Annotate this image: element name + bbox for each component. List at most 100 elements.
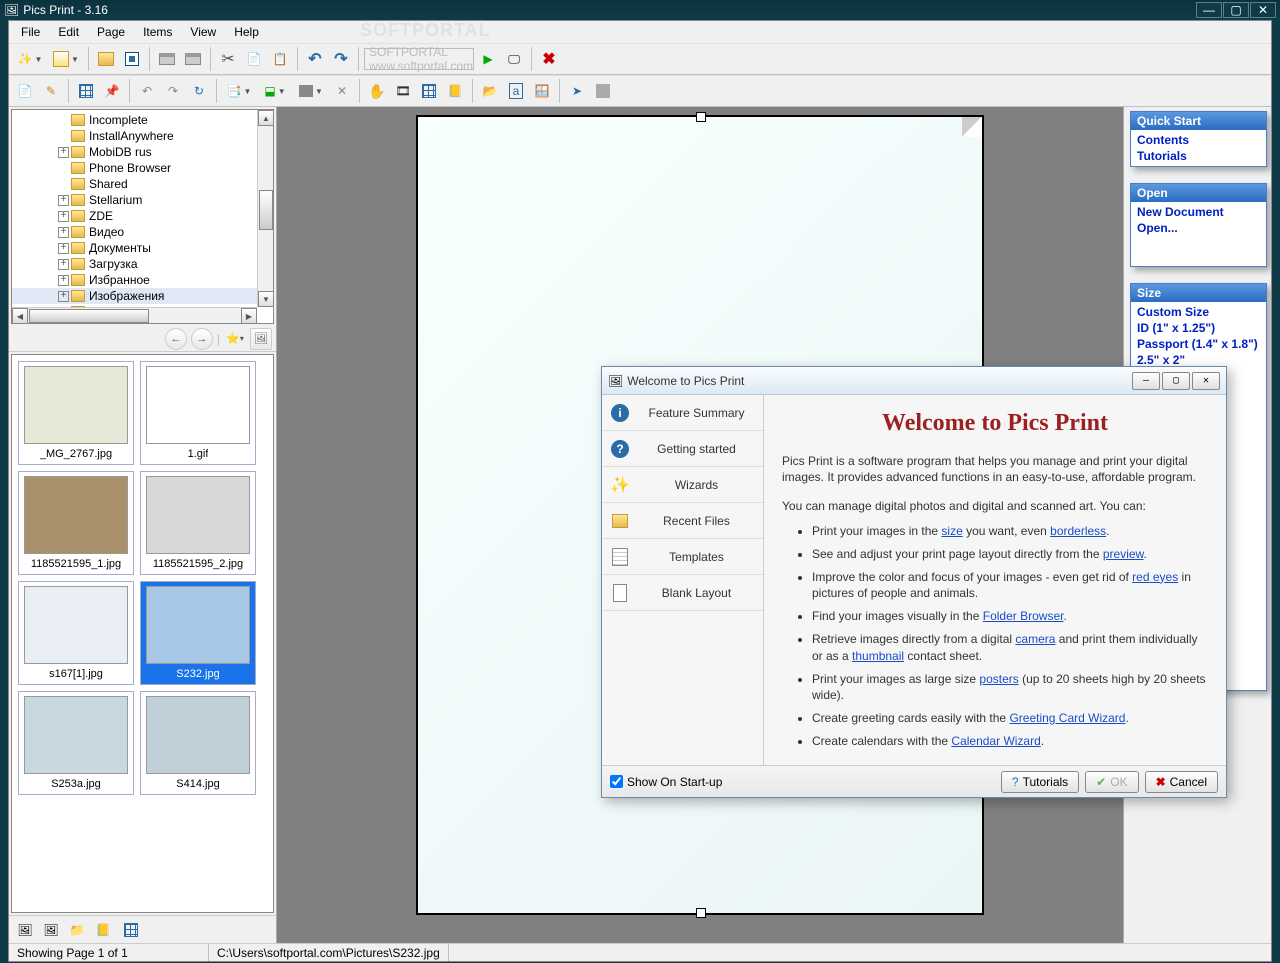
tree-scrollbar-h[interactable]: ◀ ▶ [12,307,257,323]
note-button[interactable]: 📒 [443,79,467,103]
copy-button[interactable]: 📄 [242,47,266,71]
print-button[interactable] [155,47,179,71]
tree-item[interactable]: +Видео [12,224,273,240]
dialog-nav-item[interactable]: Templates [602,539,763,575]
ok-button[interactable]: ✔OK [1085,771,1138,793]
thumbnail[interactable]: S232.jpg [140,581,256,685]
size-link[interactable]: ID (1" x 1.25") [1135,320,1262,336]
thumbnail[interactable]: S253a.jpg [18,691,134,795]
tree-item[interactable]: +ZDE [12,208,273,224]
quick-start-link[interactable]: Contents [1135,132,1262,148]
grid-view-button[interactable] [417,79,441,103]
dialog-titlebar[interactable]: 🖼 Welcome to Pics Print — ▢ ✕ [602,367,1226,395]
print-preview-button[interactable] [181,47,205,71]
save-button[interactable] [120,47,144,71]
dialog-icon: 🖼 [608,374,623,388]
cancel-button[interactable]: ✖Cancel [1145,771,1218,793]
tree-item[interactable]: InstallAnywhere [12,128,273,144]
tree-scrollbar-v[interactable]: ▲ ▼ [257,110,273,307]
quick-start-link[interactable]: Tutorials [1135,148,1262,164]
tutorials-button[interactable]: ?Tutorials [1001,771,1079,793]
shape-button[interactable]: ▼ [294,79,328,103]
window-button[interactable]: 🪟 [530,79,554,103]
tree-item[interactable]: +Избранное [12,272,273,288]
size-link[interactable]: Passport (1.4" x 1.8") [1135,336,1262,352]
folder-button[interactable]: 📂 [478,79,502,103]
thumb-grid-button[interactable] [119,918,143,942]
insert-button[interactable]: 📑▼ [222,79,256,103]
add-images-button[interactable]: 🖼 [39,918,63,942]
dialog-minimize-button[interactable]: — [1132,372,1160,390]
nav-favorite-button[interactable]: ⭐▾ [224,328,246,350]
paste-button[interactable]: 📋 [268,47,292,71]
tree-item[interactable]: +Изображения [12,288,273,304]
slideshow-button[interactable]: 🖵 [502,47,526,71]
tree-item[interactable]: Incomplete [12,112,273,128]
dialog-close-button[interactable]: ✕ [1192,372,1220,390]
grid-snap-button[interactable] [74,79,98,103]
size-link[interactable]: Custom Size [1135,304,1262,320]
add-folder-button[interactable]: 📁 [65,918,89,942]
minimize-button[interactable]: — [1196,2,1222,18]
wizards-button[interactable]: ✨▼ [13,47,47,71]
thumbnail[interactable]: _MG_2767.jpg [18,361,134,465]
doc-button[interactable]: 📄 [13,79,37,103]
redo-button[interactable]: ↷ [329,47,353,71]
nav-thumbs-button[interactable]: 🖼 [250,328,272,350]
redo2-button[interactable]: ↷ [161,79,185,103]
layer-button[interactable] [591,79,615,103]
add-image-button[interactable]: 🖼 [13,918,37,942]
menu-help[interactable]: Help [226,23,267,41]
menu-edit[interactable]: Edit [50,23,87,41]
open-link[interactable]: New Document [1135,204,1262,220]
add-note-button[interactable]: 📒 [91,918,115,942]
refresh-button[interactable]: ↻ [187,79,211,103]
undo-button[interactable]: ↶ [303,47,327,71]
tree-item[interactable]: +Загрузка [12,256,273,272]
dialog-nav-item[interactable]: ✨Wizards [602,467,763,503]
dialog-nav-item[interactable]: ?Getting started [602,431,763,467]
text-button[interactable]: a [504,79,528,103]
tree-item[interactable]: +Документы [12,240,273,256]
tree-item[interactable]: +MobiDB rus [12,144,273,160]
folder-tree[interactable]: IncompleteInstallAnywhere+MobiDB rusPhon… [11,109,274,324]
delete2-button[interactable]: ✕ [330,79,354,103]
canvas-area[interactable]: 🖼 Welcome to Pics Print — ▢ ✕ iFeature S… [277,107,1123,943]
tree-item[interactable]: Shared [12,176,273,192]
thumbnail[interactable]: 1185521595_2.jpg [140,471,256,575]
undo2-button[interactable]: ↶ [135,79,159,103]
thumbnail[interactable]: s167[1].jpg [18,581,134,685]
menu-file[interactable]: File [13,23,48,41]
show-on-startup-checkbox[interactable]: Show On Start-up [610,775,995,789]
hand-tool-button[interactable]: ✋ [365,79,389,103]
dialog-nav-item[interactable]: Blank Layout [602,575,763,611]
dialog-nav-item[interactable]: Recent Files [602,503,763,539]
menu-page[interactable]: Page [89,23,133,41]
thumbnail[interactable]: 1.gif [140,361,256,465]
send-button[interactable]: ➤ [565,79,589,103]
open-button[interactable] [94,47,118,71]
tree-item[interactable]: +Stellarium [12,192,273,208]
dialog-nav-item[interactable]: iFeature Summary [602,395,763,431]
thumbnail[interactable]: 1185521595_1.jpg [18,471,134,575]
menu-items[interactable]: Items [135,23,180,41]
arrange-button[interactable]: ⬓▼ [258,79,292,103]
dialog-maximize-button[interactable]: ▢ [1162,372,1190,390]
pencil-button[interactable]: ✎ [39,79,63,103]
thumbnail[interactable]: S414.jpg [140,691,256,795]
dialog-content[interactable]: Welcome to Pics Print Pics Print is a so… [764,395,1226,765]
close-button[interactable]: ✕ [1250,2,1276,18]
nav-forward-button[interactable]: → [191,328,213,350]
play-button[interactable]: ▶ [476,47,500,71]
pin-button[interactable]: 📌 [100,79,124,103]
open-link[interactable]: Open... [1135,220,1262,236]
nav-back-button[interactable]: ← [165,328,187,350]
menu-view[interactable]: View [182,23,224,41]
maximize-button[interactable]: ▢ [1223,2,1249,18]
tree-item[interactable]: Phone Browser [12,160,273,176]
show-on-startup-input[interactable] [610,775,623,788]
film-button[interactable]: 🎞 [391,79,415,103]
delete-button[interactable]: ✖ [537,47,561,71]
new-button[interactable]: ▼ [49,47,83,71]
cut-button[interactable]: ✂ [216,47,240,71]
